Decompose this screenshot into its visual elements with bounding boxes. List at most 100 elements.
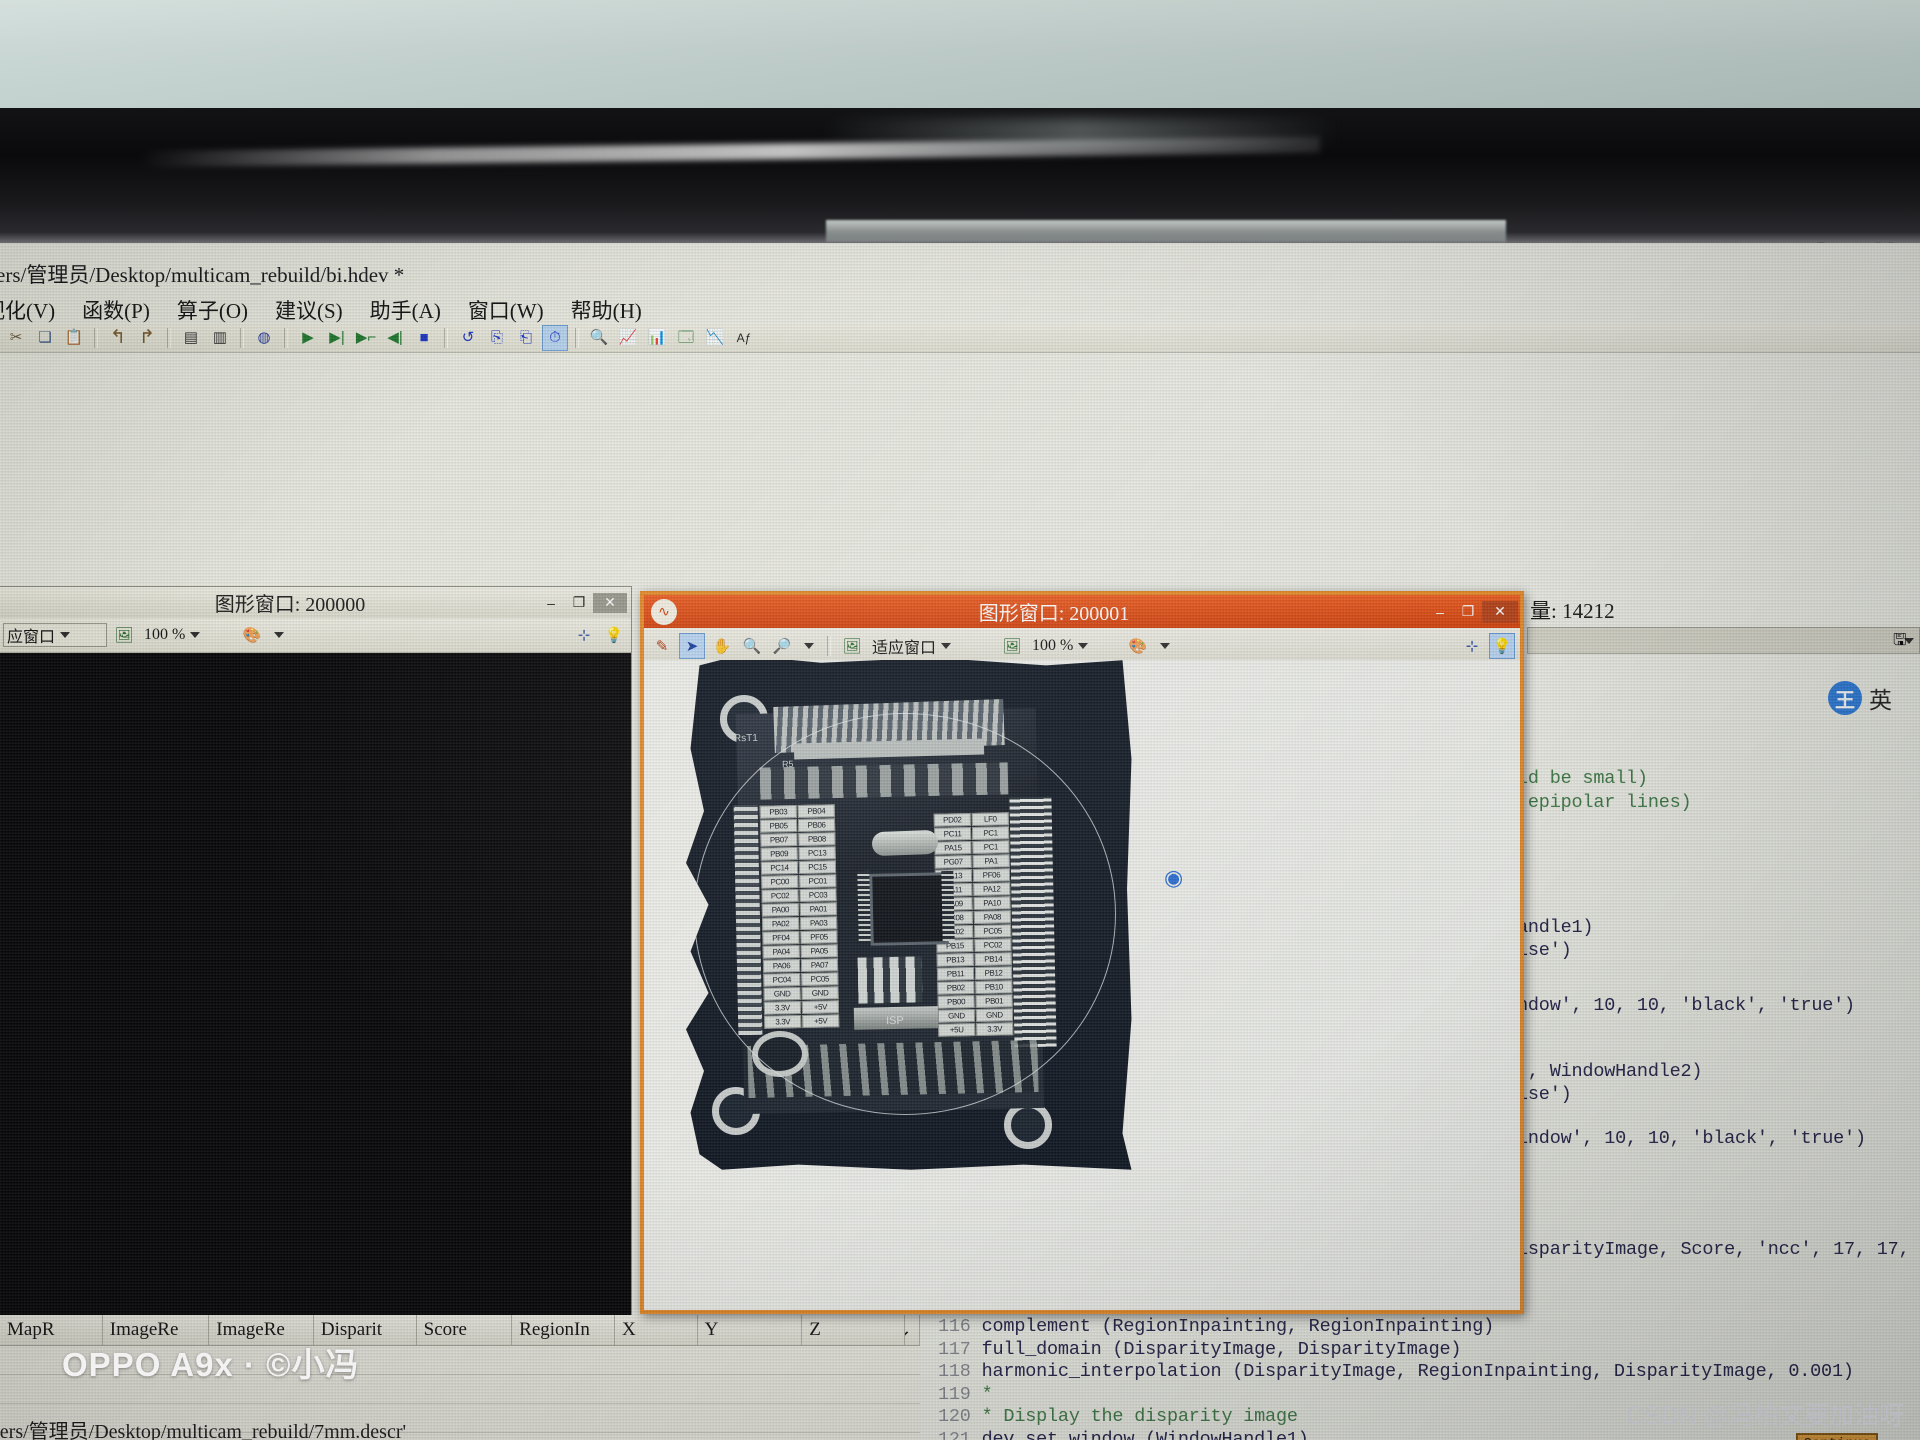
- code-line[interactable]: 120 * Display the disparity image: [938, 1406, 1298, 1427]
- magnifier-icon[interactable]: 🔍: [739, 633, 765, 659]
- gw0-maximize-button[interactable]: ❐: [565, 593, 593, 613]
- chevron-down-icon[interactable]: [60, 632, 71, 638]
- bezel-glare-secondary: [820, 118, 1340, 146]
- paste-icon[interactable]: 📋: [61, 325, 87, 351]
- graphics-window-200000[interactable]: 图形窗口: 200000 – ❐ ✕ 应窗口 🖼 100 % 🎨 ⊹ 💡: [0, 586, 632, 1321]
- code-line-fragment[interactable]: ', WindowHandle2): [1517, 1061, 1703, 1082]
- code-line-fragment[interactable]: indow', 10, 10, 'black', 'true'): [1517, 1128, 1866, 1149]
- gw0-minimize-button[interactable]: –: [537, 593, 565, 613]
- stop-icon[interactable]: ■: [411, 325, 437, 351]
- step-over-icon[interactable]: ▶|: [324, 325, 350, 351]
- code-line[interactable]: 118 harmonic_interpolation (DisparityIma…: [938, 1361, 1854, 1382]
- reset-icon[interactable]: ↺: [455, 325, 481, 351]
- code-line-fragment[interactable]: isparityImage, Score, 'ncc', 17, 17, 5, …: [1517, 1239, 1920, 1260]
- reset-all-icon[interactable]: ⎗: [513, 325, 539, 351]
- code-line-fragment[interactable]: andle1): [1517, 917, 1594, 938]
- copy-icon[interactable]: ❏: [32, 325, 58, 351]
- variable-column-header[interactable]: Y: [698, 1315, 803, 1345]
- gw0-fit-window-combo[interactable]: 应窗口: [3, 623, 107, 647]
- font-icon[interactable]: Aƒ: [731, 325, 757, 351]
- stopwatch-icon[interactable]: ⏱: [542, 324, 568, 351]
- gw1-zoom-combo[interactable]: 100 %: [1029, 635, 1121, 657]
- chevron-down-icon[interactable]: [1078, 643, 1089, 649]
- code-line-text: *: [981, 1383, 993, 1405]
- feature-chart-icon[interactable]: 📉: [702, 325, 728, 351]
- gw1-maximize-button[interactable]: ❐: [1454, 601, 1482, 623]
- code-line[interactable]: 116 complement (RegionInpainting, Region…: [938, 1316, 1494, 1337]
- menu-item-visualization[interactable]: 视化(V): [0, 295, 55, 325]
- code-line-fragment[interactable]: lse'): [1517, 940, 1572, 961]
- variable-column-header[interactable]: RegionIn: [512, 1315, 615, 1345]
- chevron-down-icon[interactable]: ⌄: [905, 1315, 921, 1345]
- gw0-close-button[interactable]: ✕: [593, 592, 627, 613]
- paint-icon[interactable]: 🎨: [239, 622, 265, 648]
- menu-item-procedures[interactable]: 函数(P): [82, 295, 150, 325]
- image-panel-icon[interactable]: 🗔: [673, 325, 699, 351]
- continue-button[interactable]: Continue: [1796, 1433, 1878, 1440]
- chevron-down-icon[interactable]: [190, 632, 201, 638]
- bar-chart-icon[interactable]: 📊: [644, 325, 670, 351]
- run-icon[interactable]: ▶: [295, 325, 321, 351]
- fit-image-icon[interactable]: 🖼: [839, 633, 865, 659]
- toolbar-separator: [575, 327, 579, 348]
- code-line-fragment[interactable]: epipolar lines): [1517, 792, 1692, 813]
- menu-item-suggestions[interactable]: 建议(S): [275, 295, 343, 325]
- cut-icon[interactable]: ✂: [3, 325, 29, 351]
- redo-icon[interactable]: ↱: [134, 325, 160, 351]
- code-line-text: full_domain (DisparityImage, DisparityIm…: [981, 1338, 1462, 1360]
- hand-icon[interactable]: ✋: [709, 633, 735, 659]
- code-line-number: 119: [938, 1383, 982, 1405]
- axes-icon[interactable]: ⊹: [571, 622, 597, 648]
- variable-column-header[interactable]: X: [615, 1315, 698, 1345]
- zoom-image-icon[interactable]: 🖼: [999, 633, 1025, 659]
- step-into-icon[interactable]: ▶⌐: [353, 325, 379, 351]
- menu-item-operators[interactable]: 算子(O): [177, 295, 248, 325]
- comment-icon[interactable]: ▤: [178, 325, 204, 351]
- menu-item-assistants[interactable]: 助手(A): [370, 295, 441, 325]
- histogram-icon[interactable]: 📈: [615, 325, 641, 351]
- toolbar-separator: [240, 327, 244, 348]
- pencil-icon[interactable]: ✎: [649, 633, 675, 659]
- graphics-window-200001[interactable]: ∿ 图形窗口: 200001 – ❐ ✕ ✎ ➤ ✋ 🔍 🔎 🖼 适应窗口 🖼 …: [640, 591, 1878, 1440]
- chevron-down-icon[interactable]: [274, 632, 284, 638]
- gw1-close-button[interactable]: ✕: [1482, 600, 1518, 623]
- menu-item-window[interactable]: 窗口(W): [468, 295, 544, 325]
- gw0-toolbar[interactable]: 应窗口 🖼 100 % 🎨 ⊹ 💡: [0, 618, 631, 653]
- step-out-icon[interactable]: ◀|: [382, 325, 408, 351]
- bulb-icon[interactable]: 💡: [1489, 633, 1515, 659]
- paint-icon[interactable]: 🎨: [1125, 633, 1151, 659]
- gw0-zoom-combo[interactable]: 100 %: [141, 624, 235, 646]
- gw1-fit-window-combo[interactable]: 适应窗口: [869, 635, 995, 657]
- gw0-title-bar[interactable]: 图形窗口: 200000 – ❐ ✕: [0, 587, 631, 618]
- gw0-title: 图形窗口: 200000: [214, 594, 366, 616]
- globe-icon[interactable]: ◍: [251, 325, 277, 351]
- variable-column-header[interactable]: Score: [417, 1315, 513, 1345]
- menu-item-help[interactable]: 帮助(H): [571, 295, 642, 325]
- menu-bar[interactable]: 视化(V) 函数(P) 算子(O) 建议(S) 助手(A) 窗口(W) 帮助(H…: [0, 295, 642, 325]
- gw0-canvas[interactable]: [0, 653, 631, 1320]
- inspect-icon[interactable]: 🔍: [586, 325, 612, 351]
- magnifier-plus-icon[interactable]: 🔎: [769, 633, 795, 659]
- chevron-down-icon[interactable]: [941, 643, 952, 649]
- zoom-image-icon[interactable]: 🖼: [111, 622, 137, 648]
- main-toolbar[interactable]: ✂ ❏ 📋 ↰ ↱ ▤ ▥ ◍ ▶ ▶| ▶⌐ ◀| ■ ↺ ⎘ ⎗ ⏱ 🔍 📈…: [0, 323, 1920, 353]
- arrow-select-icon[interactable]: ➤: [679, 633, 705, 659]
- gw1-title: 图形窗口: 200001: [978, 603, 1130, 625]
- chevron-down-icon[interactable]: [1160, 643, 1170, 649]
- axes-icon[interactable]: ⊹: [1459, 633, 1485, 659]
- undo-icon[interactable]: ↰: [105, 325, 131, 351]
- code-line[interactable]: 121 dev_set_window (WindowHandle1): [938, 1429, 1309, 1440]
- chevron-down-icon[interactable]: [804, 643, 814, 649]
- gw1-title-bar[interactable]: ∿ 图形窗口: 200001 – ❐ ✕: [644, 595, 1520, 628]
- gw1-canvas[interactable]: PB03 PB04 PB05 PB06 PB07 PB08 PB09 PC13 PC14 PC15…: [644, 660, 1520, 1310]
- bulb-icon[interactable]: 💡: [601, 622, 627, 648]
- gw1-minimize-button[interactable]: –: [1426, 601, 1454, 623]
- code-line-fragment[interactable]: ndow', 10, 10, 'black', 'true'): [1517, 995, 1855, 1016]
- code-line-fragment[interactable]: lse'): [1517, 1084, 1572, 1105]
- variable-column-header[interactable]: Z: [802, 1315, 906, 1345]
- reset-program-icon[interactable]: ⎘: [484, 325, 510, 351]
- code-line[interactable]: 117 full_domain (DisparityImage, Dispari…: [938, 1339, 1461, 1360]
- code-line-fragment[interactable]: ld be small): [1517, 768, 1648, 789]
- uncomment-icon[interactable]: ▥: [207, 325, 233, 351]
- code-line[interactable]: 119 *: [938, 1384, 993, 1405]
